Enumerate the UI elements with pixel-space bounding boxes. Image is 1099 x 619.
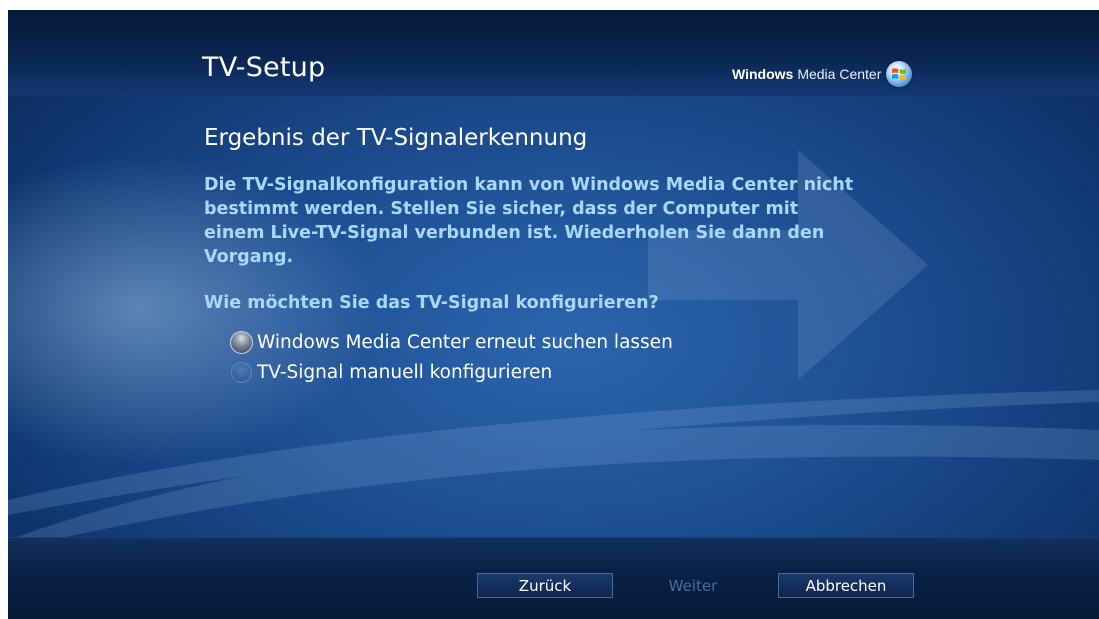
back-button[interactable]: Zurück: [477, 573, 613, 598]
background-swoosh: [8, 390, 1099, 550]
windows-flag-icon: [886, 61, 913, 87]
page-title: TV-Setup: [202, 52, 326, 83]
media-center-screen: TV-Setup Windows Media Center Ergebnis d…: [8, 10, 1099, 619]
brand-name-bold: Windows: [732, 66, 794, 82]
question-label: Wie möchten Sie das TV-Signal konfigurie…: [204, 293, 659, 313]
radio-option-search-again[interactable]: Windows Media Center erneut suchen lasse…: [230, 328, 673, 356]
brand-name-rest: Media Center: [797, 66, 882, 82]
brand-logo: Windows Media Center: [732, 61, 913, 87]
next-button[interactable]: Weiter: [626, 573, 760, 598]
radio-selected-icon[interactable]: [230, 330, 253, 354]
status-message: Die TV-Signalkonfiguration kann von Wind…: [204, 175, 854, 267]
radio-option-configure-manually[interactable]: TV-Signal manuell konfigurieren: [230, 358, 552, 386]
section-heading: Ergebnis der TV-Signalerkennung: [204, 125, 588, 151]
radio-unselected-icon[interactable]: [231, 361, 252, 383]
radio-option-label: Windows Media Center erneut suchen lasse…: [257, 331, 673, 353]
cancel-button[interactable]: Abbrechen: [778, 573, 914, 598]
header-bar: [8, 10, 1099, 96]
radio-option-label: TV-Signal manuell konfigurieren: [257, 361, 553, 383]
